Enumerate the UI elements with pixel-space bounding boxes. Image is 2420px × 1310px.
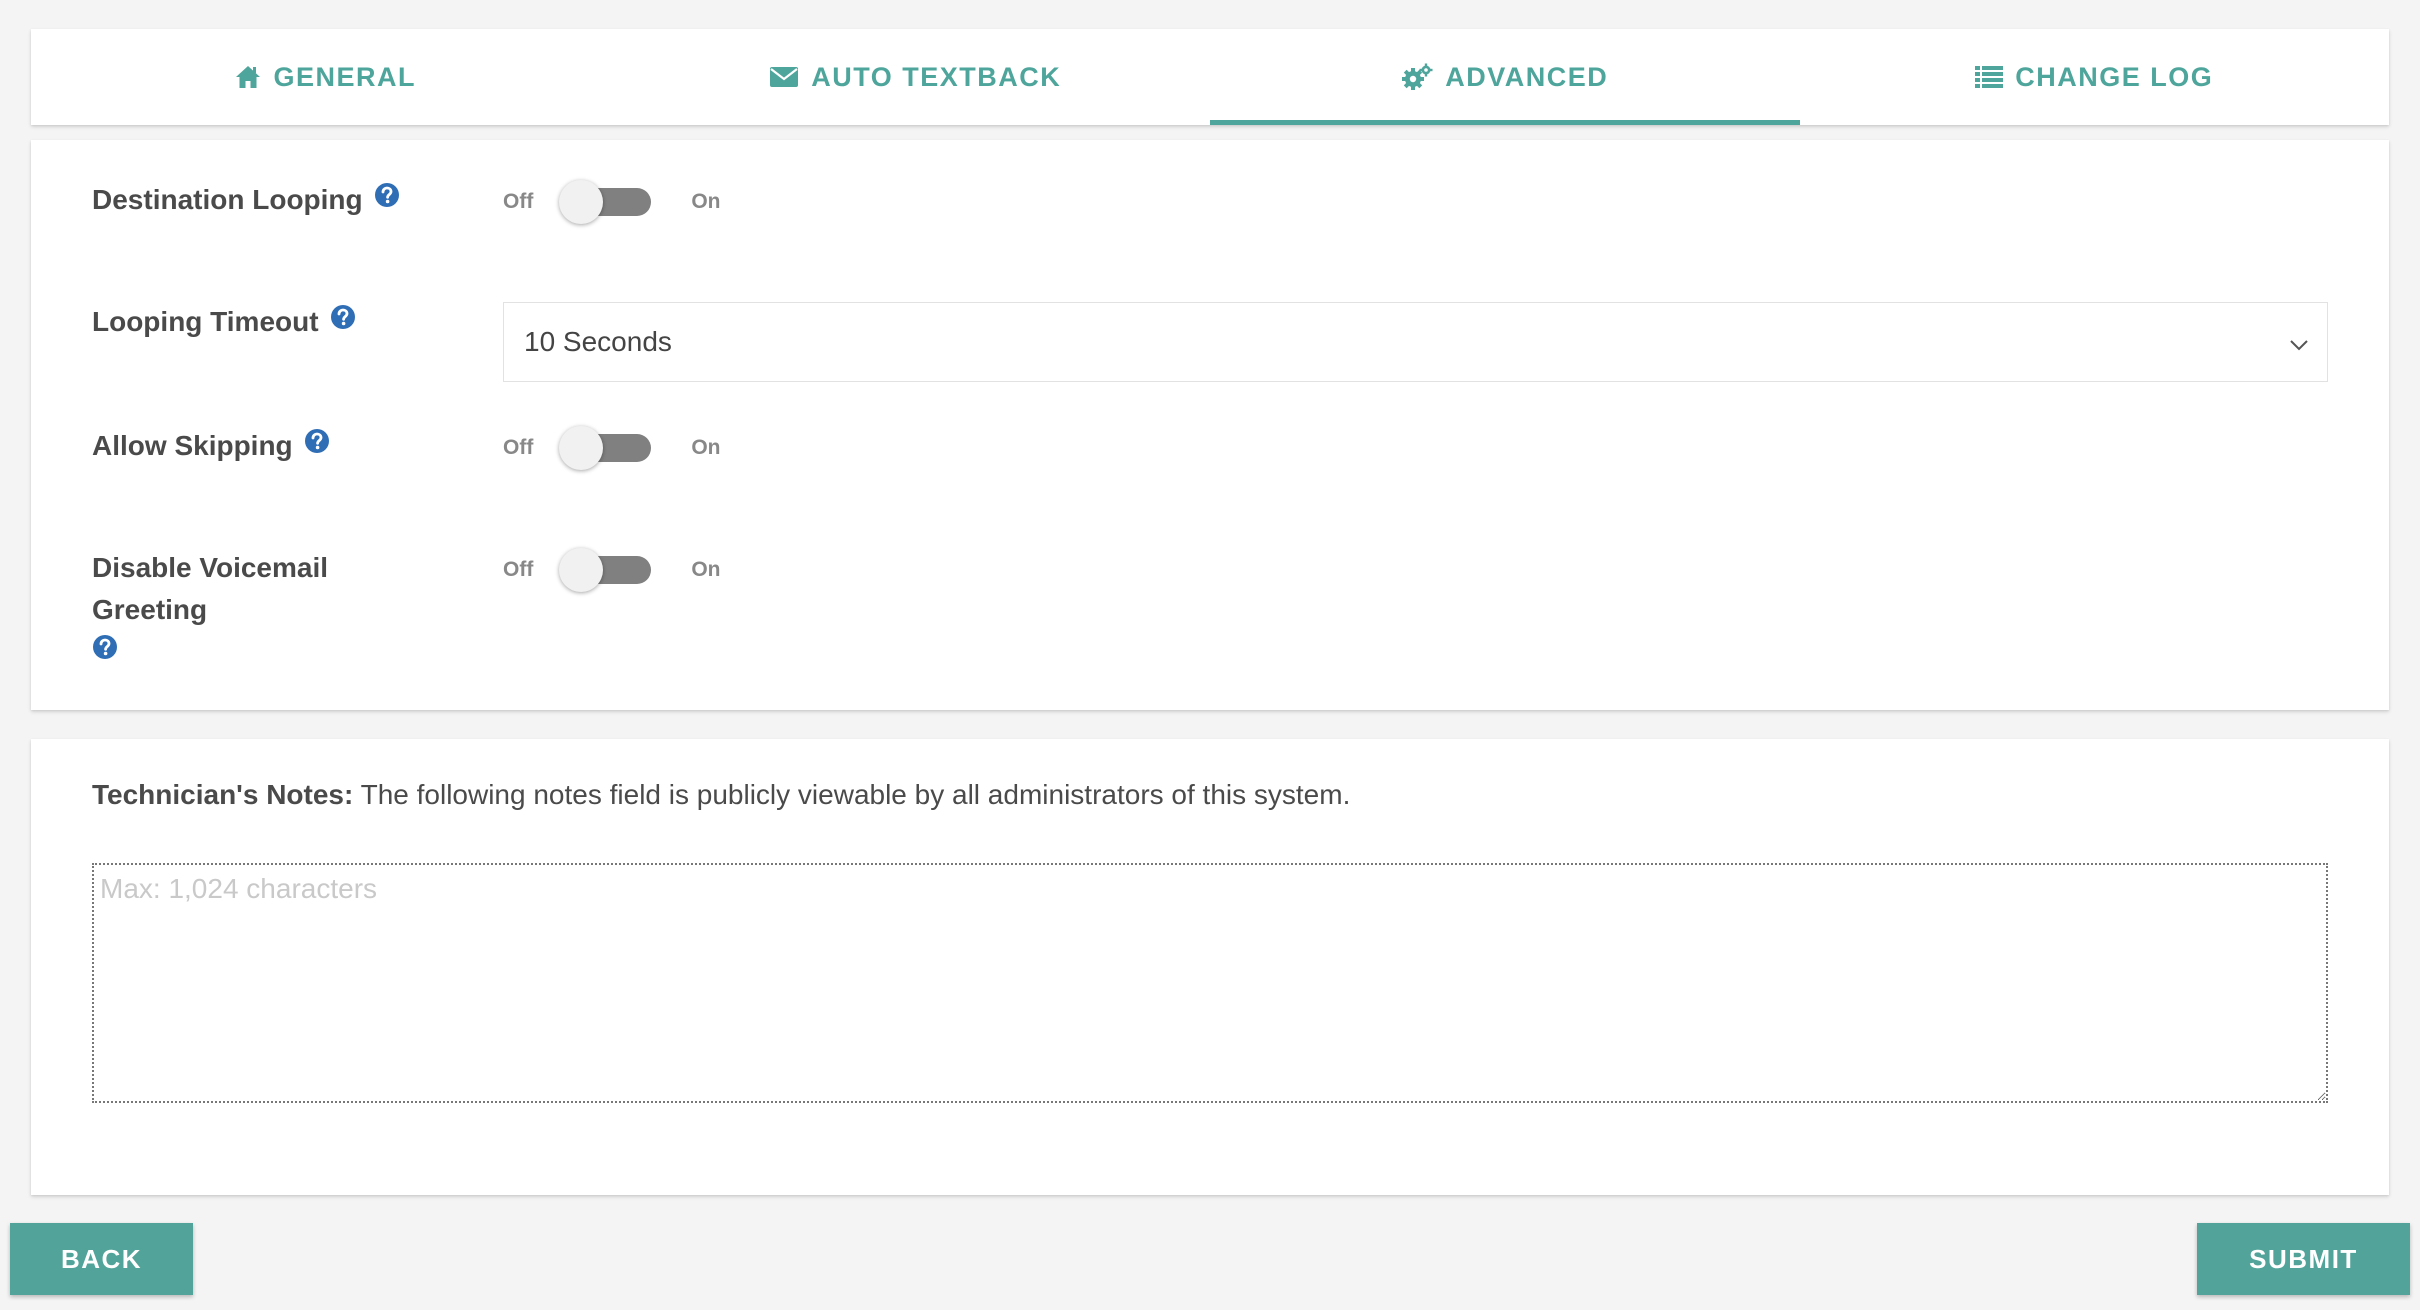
- disable-voicemail-greeting-toggle: Off On: [503, 547, 721, 593]
- toggle-on-label: On: [691, 190, 721, 213]
- help-icon[interactable]: [374, 178, 400, 220]
- looping-timeout-value: 10 Seconds: [524, 326, 672, 357]
- allow-skipping-toggle: Off On: [503, 425, 721, 471]
- chevron-down-icon: [2289, 326, 2309, 358]
- notes-heading: Technician's Notes:: [92, 779, 354, 810]
- technician-notes-textarea[interactable]: [92, 863, 2328, 1103]
- tab-change-log-label: CHANGE LOG: [2015, 61, 2214, 92]
- allow-skipping-switch[interactable]: [559, 425, 653, 471]
- tab-bar: GENERAL AUTO TEXTBACK ADVANCED CHANGE LO…: [31, 29, 2389, 125]
- help-icon[interactable]: [330, 300, 356, 342]
- technician-notes-panel: Technician's Notes: The following notes …: [31, 739, 2389, 1195]
- back-button[interactable]: BACK: [10, 1223, 193, 1295]
- destination-looping-label: Destination Looping: [92, 179, 432, 223]
- gears-icon: [1401, 63, 1433, 91]
- home-icon: [235, 65, 261, 89]
- looping-timeout-select[interactable]: 10 Seconds: [503, 302, 2328, 382]
- disable-voicemail-greeting-switch[interactable]: [559, 547, 653, 593]
- toggle-off-label: Off: [503, 436, 534, 459]
- looping-timeout-label: Looping Timeout: [92, 301, 432, 345]
- envelope-icon: [769, 65, 799, 89]
- tab-advanced[interactable]: ADVANCED: [1210, 29, 1800, 125]
- notes-description: Technician's Notes: The following notes …: [92, 779, 1350, 811]
- tab-general-label: GENERAL: [273, 61, 416, 92]
- disable-voicemail-greeting-label: Disable Voicemail Greeting: [92, 547, 432, 675]
- tab-auto-textback[interactable]: AUTO TEXTBACK: [621, 29, 1211, 125]
- list-icon: [1975, 65, 2004, 89]
- help-icon[interactable]: [304, 424, 330, 466]
- allow-skipping-label: Allow Skipping: [92, 425, 432, 469]
- tab-advanced-label: ADVANCED: [1445, 61, 1609, 92]
- advanced-settings-panel: Destination Looping Off On Looping Timeo…: [31, 140, 2389, 710]
- submit-button[interactable]: SUBMIT: [2197, 1223, 2410, 1295]
- switch-knob: [559, 180, 604, 224]
- notes-description-text: The following notes field is publicly vi…: [360, 779, 1351, 810]
- tab-auto-textback-label: AUTO TEXTBACK: [811, 61, 1062, 92]
- tab-general[interactable]: GENERAL: [31, 29, 621, 125]
- toggle-on-label: On: [691, 436, 721, 459]
- destination-looping-switch[interactable]: [559, 179, 653, 225]
- tab-change-log[interactable]: CHANGE LOG: [1800, 29, 2390, 125]
- switch-knob: [559, 548, 604, 592]
- destination-looping-toggle: Off On: [503, 179, 721, 225]
- toggle-off-label: Off: [503, 558, 534, 581]
- help-icon[interactable]: [92, 630, 118, 672]
- toggle-on-label: On: [691, 558, 721, 581]
- switch-knob: [559, 426, 604, 470]
- toggle-off-label: Off: [503, 190, 534, 213]
